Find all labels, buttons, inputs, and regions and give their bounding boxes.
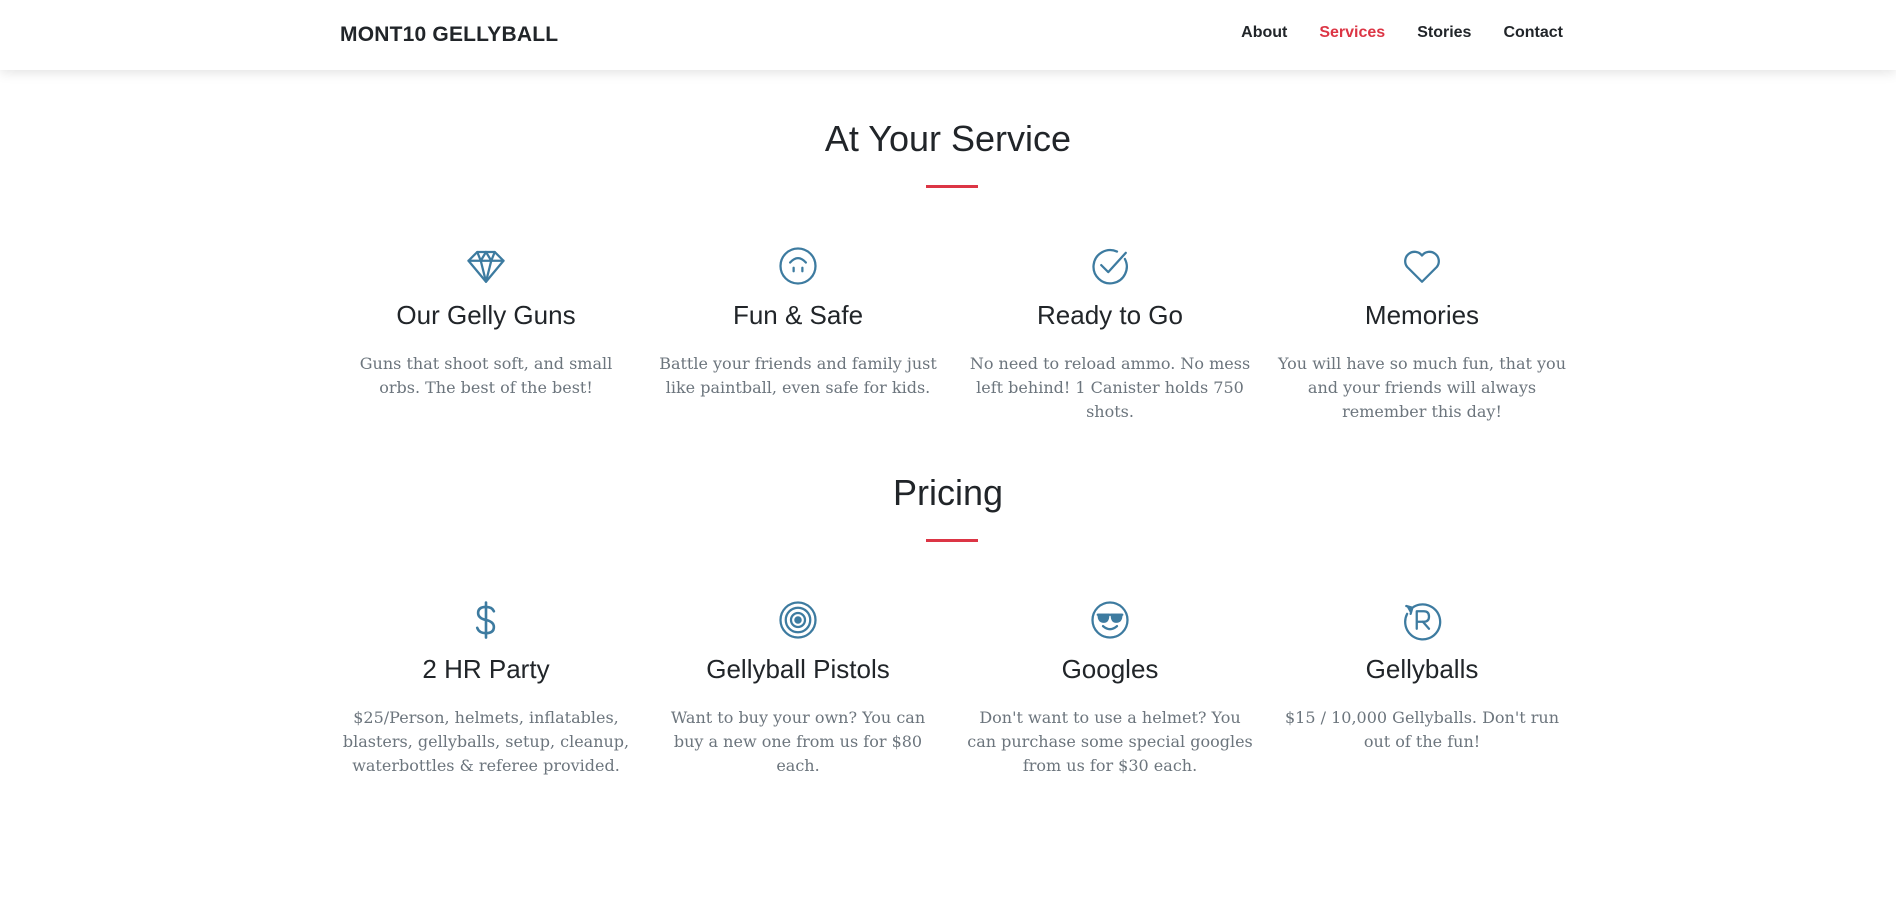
nav-link-about[interactable]: About xyxy=(1241,24,1287,42)
pricing-item: Googles Don't want to use a helmet? You … xyxy=(954,598,1266,778)
nav-link-services[interactable]: Services xyxy=(1319,24,1385,42)
services-heading: At Your Service xyxy=(824,118,1072,159)
service-item: Ready to Go No need to reload ammo. No m… xyxy=(954,244,1266,424)
sunglasses-smiley-icon xyxy=(966,598,1254,642)
pricing-text: $15 / 10,000 Gellyballs. Don't run out o… xyxy=(1284,708,1560,751)
services-row: Our Gelly Guns Guns that shoot soft, and… xyxy=(330,244,1578,424)
heart-icon xyxy=(1278,244,1566,288)
pricing-divider xyxy=(926,539,978,542)
service-text: Battle your friends and family just like… xyxy=(659,354,937,397)
brand-logo-link[interactable]: MONT10 GELLYBALL xyxy=(340,0,558,70)
diamond-icon xyxy=(342,244,630,288)
smiley-icon xyxy=(654,244,942,288)
pricing-text: Want to buy your own? You can buy a new … xyxy=(670,708,926,775)
service-item: Fun & Safe Battle your friends and famil… xyxy=(642,244,954,424)
registered-refresh-icon xyxy=(1278,598,1566,642)
service-title: Ready to Go xyxy=(1037,300,1183,330)
navbar: MONT10 GELLYBALL About Services Stories … xyxy=(0,0,1896,70)
service-title: Fun & Safe xyxy=(732,300,864,330)
service-title: Our Gelly Guns xyxy=(396,300,576,330)
services-divider xyxy=(926,185,978,188)
pricing-row: 2 HR Party $25/Person, helmets, inflatab… xyxy=(330,598,1578,778)
service-item: Our Gelly Guns Guns that shoot soft, and… xyxy=(330,244,642,424)
nav-links: About Services Stories Contact xyxy=(1209,0,1563,66)
pricing-title: 2 HR Party xyxy=(422,654,550,684)
pricing-item: Gellyballs $15 / 10,000 Gellyballs. Don'… xyxy=(1266,598,1578,778)
pricing-item: 2 HR Party $25/Person, helmets, inflatab… xyxy=(330,598,642,778)
service-text: You will have so much fun, that you and … xyxy=(1278,354,1566,421)
pricing-item: Gellyball Pistols Want to buy your own? … xyxy=(642,598,954,778)
pricing-text: $25/Person, helmets, inflatables, blaste… xyxy=(342,708,630,775)
nav-link-stories[interactable]: Stories xyxy=(1417,24,1471,42)
pricing-heading: Pricing xyxy=(892,472,1004,513)
pricing-title: Googles xyxy=(1061,654,1159,684)
target-icon xyxy=(654,598,942,642)
check-icon xyxy=(966,244,1254,288)
service-title: Memories xyxy=(1364,300,1480,330)
pricing-title: Gellyballs xyxy=(1365,654,1479,684)
service-item: Memories You will have so much fun, that… xyxy=(1266,244,1578,424)
nav-link-contact[interactable]: Contact xyxy=(1503,24,1563,42)
service-text: No need to reload ammo. No mess left beh… xyxy=(969,354,1251,421)
service-text: Guns that shoot soft, and small orbs. Th… xyxy=(359,354,613,397)
pricing-text: Don't want to use a helmet? You can purc… xyxy=(967,708,1253,775)
dollar-icon xyxy=(342,598,630,642)
pricing-title: Gellyball Pistols xyxy=(706,654,890,684)
